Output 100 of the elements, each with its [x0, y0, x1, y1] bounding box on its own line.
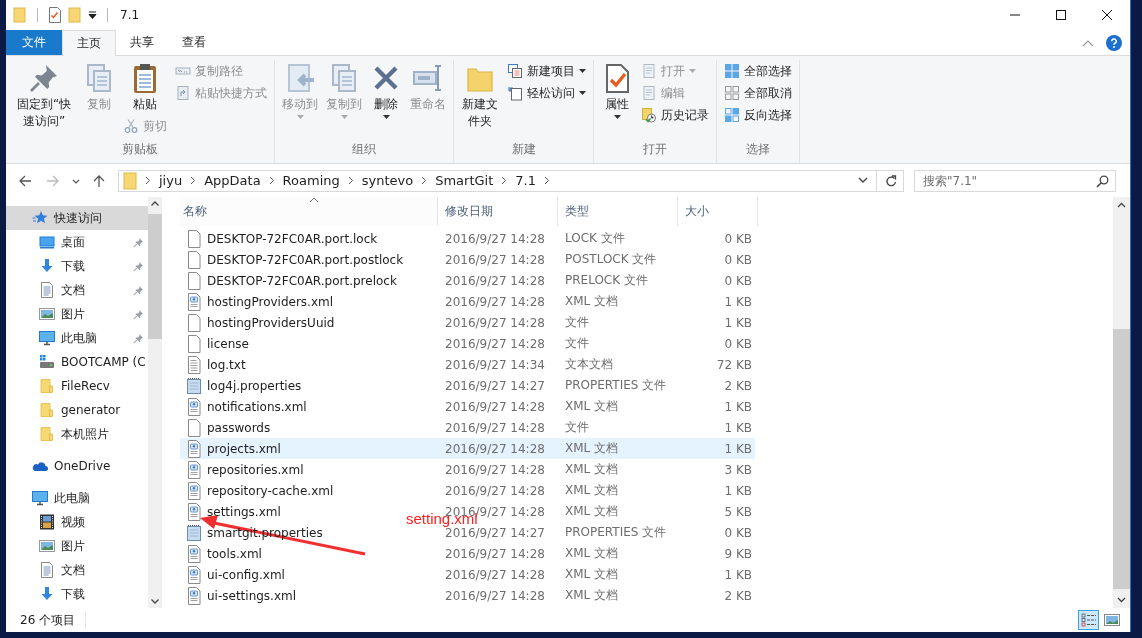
nav-item[interactable]: 快速访问	[6, 206, 148, 230]
nav-item[interactable]: OneDrive	[6, 454, 148, 478]
file-name: hostingProvidersUuid	[207, 315, 335, 330]
drive-icon	[39, 354, 55, 370]
file-name-cell[interactable]: license	[180, 333, 438, 354]
chevron-icon[interactable]	[501, 176, 508, 185]
ribbon-button[interactable]: 轻松访问	[504, 82, 589, 104]
file-menu-tab[interactable]: 文件	[6, 30, 62, 55]
search-field[interactable]: 搜索"7.1"	[914, 169, 1116, 192]
ribbon-button[interactable]: 全部选择	[721, 60, 795, 82]
file-name-cell[interactable]: projects.xml	[180, 438, 438, 459]
size-cell-text: 9 KB	[723, 545, 753, 563]
file-name-cell[interactable]: ui-settings.xml	[180, 585, 438, 606]
file-name: settings.xml	[207, 504, 281, 519]
size-cell-text: 0 KB	[723, 335, 753, 353]
nav-item[interactable]: 桌面	[6, 230, 148, 254]
column-header[interactable]: 类型	[558, 197, 678, 226]
nav-item[interactable]: 此电脑	[6, 326, 148, 350]
chevron-icon[interactable]	[347, 176, 354, 185]
folder-icon	[39, 402, 55, 418]
file-name-cell[interactable]: log4j.properties	[180, 375, 438, 396]
breadcrumb-item[interactable]: Roaming	[282, 173, 340, 188]
nav-item[interactable]: generator	[6, 398, 148, 422]
ribbon-button[interactable]: 全部取消	[721, 82, 795, 104]
nav-item[interactable]: 视频	[6, 510, 148, 534]
close-icon	[1102, 10, 1112, 20]
file-name: notifications.xml	[207, 399, 307, 414]
column-header[interactable]: 修改日期	[438, 197, 558, 226]
scrollbar[interactable]	[148, 197, 162, 608]
ribbon-button[interactable]: 反向选择	[721, 104, 795, 126]
grid-icon	[724, 107, 740, 123]
file-name-cell[interactable]: hostingProvidersUuid	[180, 312, 438, 333]
file-name-cell[interactable]: DESKTOP-72FC0AR.port.prelock	[180, 270, 438, 291]
ribbon-button[interactable]: 固定到“快速访问”	[10, 60, 78, 132]
chevron-icon[interactable]	[544, 176, 550, 185]
size-cell-text: 5 KB	[723, 503, 753, 521]
ribbon-tab[interactable]: 查看	[168, 30, 220, 55]
ribbon-button[interactable]: 删除	[367, 60, 405, 121]
ribbon-button[interactable]: 属性	[598, 60, 636, 121]
size-cell-text: 0 KB	[723, 230, 753, 248]
nav-item[interactable]: BOOTCAMP (C	[6, 350, 148, 374]
star-icon	[32, 210, 48, 226]
size-cell-text: 2 KB	[723, 377, 753, 395]
ribbon-tab[interactable]: 主页	[62, 30, 116, 56]
breadcrumb-item[interactable]: 7.1	[515, 173, 536, 188]
xml-file-icon	[186, 544, 202, 563]
help-icon[interactable]	[1106, 35, 1122, 51]
file-name-cell[interactable]: passwords	[180, 417, 438, 438]
notepad-icon	[186, 523, 202, 542]
breadcrumb-item[interactable]: AppData	[204, 173, 261, 188]
file-name-cell[interactable]: tools.xml	[180, 543, 438, 564]
nav-item[interactable]: 下载	[6, 254, 148, 278]
nav-item[interactable]: 本机照片	[6, 422, 148, 446]
file-name-cell[interactable]: hostingProviders.xml	[180, 291, 438, 312]
breadcrumb-item[interactable]: jiyu	[159, 173, 183, 188]
collapse-ribbon-icon[interactable]	[1082, 39, 1094, 47]
breadcrumb-item[interactable]: syntevo	[361, 173, 414, 188]
file-name-cell[interactable]: DESKTOP-72FC0AR.port.lock	[180, 228, 438, 249]
file-name: DESKTOP-72FC0AR.port.postlock	[207, 252, 404, 267]
group-label: 打开	[642, 141, 668, 158]
address-bar[interactable]: jiyu AppData Roaming syntevo SmartGit 7.1	[118, 169, 904, 192]
chevron-icon[interactable]	[190, 176, 197, 185]
nav-item[interactable]: 图片	[6, 302, 148, 326]
nav-item[interactable]: 图片	[6, 534, 148, 558]
ribbon-button[interactable]: 新建项目	[504, 60, 589, 82]
type-cell-text: XML 文档	[564, 503, 620, 520]
chevron-icon[interactable]	[145, 176, 151, 185]
dropdown-icon[interactable]	[88, 11, 97, 19]
properties-icon[interactable]	[48, 7, 62, 23]
nav-item[interactable]: FileRecv	[6, 374, 148, 398]
column-header[interactable]: 名称	[180, 197, 438, 226]
file-name-cell[interactable]: repository-cache.xml	[180, 480, 438, 501]
history-dropdown-icon[interactable]	[858, 177, 868, 184]
ribbon-button[interactable]: 新建文件夹	[458, 60, 502, 132]
type-cell-text: XML 文档	[564, 461, 620, 478]
sort-icon	[308, 197, 319, 203]
file-name-cell[interactable]: DESKTOP-72FC0AR.port.postlock	[180, 249, 438, 270]
ribbon-button[interactable]: 历史记录	[638, 104, 712, 126]
file-name-cell[interactable]: ui-config.xml	[180, 564, 438, 585]
ribbon-tab[interactable]: 共享	[116, 30, 168, 55]
nav-item[interactable]: 文档	[6, 558, 148, 582]
group-label: 剪贴板	[121, 141, 159, 158]
ribbon-button[interactable]: 粘贴	[120, 60, 170, 115]
file-name-cell[interactable]: notifications.xml	[180, 396, 438, 417]
breadcrumb-item[interactable]: SmartGit	[435, 173, 494, 188]
file-name-cell[interactable]: repositories.xml	[180, 459, 438, 480]
chevron-icon[interactable]	[421, 176, 428, 185]
date-cell-text: 2016/9/27 14:28	[444, 587, 546, 605]
scrollbar[interactable]	[1113, 197, 1130, 608]
nav-item[interactable]: 下载	[6, 582, 148, 606]
file-name: repositories.xml	[207, 462, 304, 477]
type-cell-text: XML 文档	[564, 482, 620, 499]
column-header[interactable]: 大小	[678, 197, 758, 226]
rename-icon	[412, 62, 444, 94]
file-name-cell[interactable]: log.txt	[180, 354, 438, 375]
nav-item[interactable]: 文档	[6, 278, 148, 302]
refresh-icon[interactable]	[885, 174, 897, 187]
details-view-button[interactable]	[1078, 610, 1099, 630]
nav-item[interactable]: 此电脑	[6, 486, 148, 510]
chevron-icon[interactable]	[268, 176, 275, 185]
